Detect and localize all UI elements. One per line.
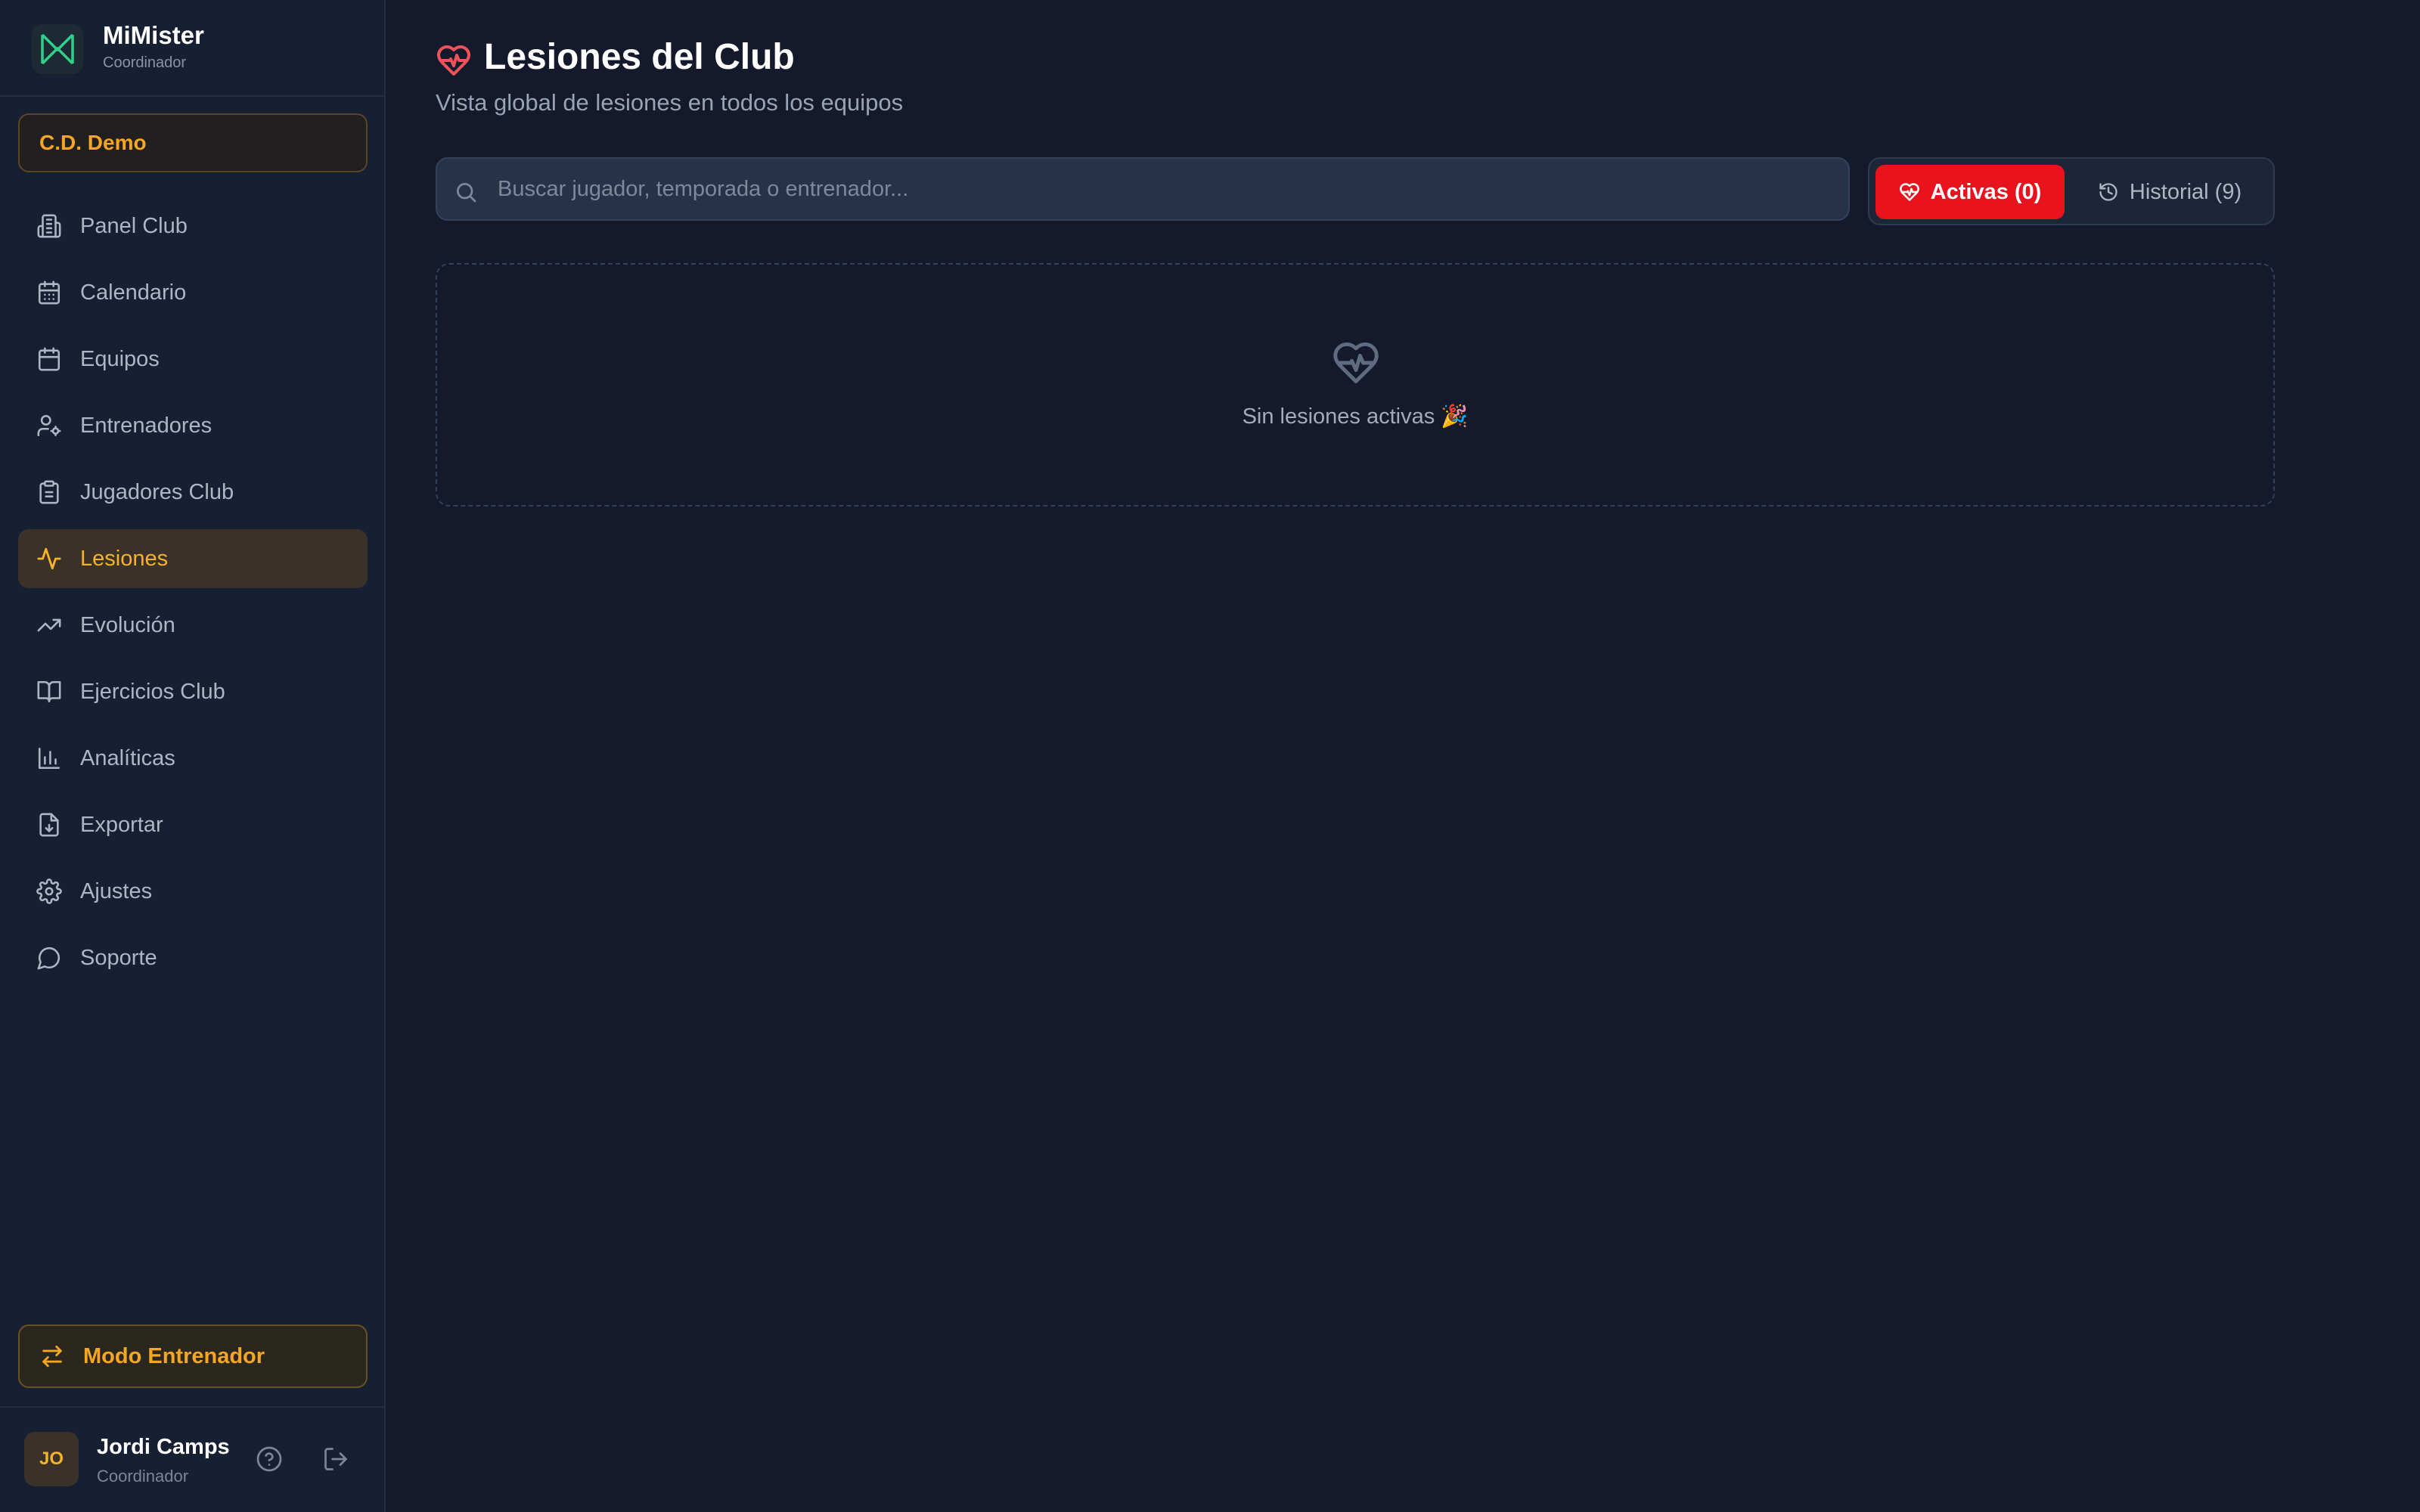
search-icon: [454, 180, 478, 204]
sidebar-item-label: Exportar: [80, 812, 163, 837]
sidebar-item-label: Lesiones: [80, 546, 169, 571]
user-name: Jordi Camps: [97, 1435, 230, 1459]
sidebar-item-equipos[interactable]: Equipos: [18, 330, 368, 389]
sidebar-item-label: Calendario: [80, 280, 187, 305]
swap-arrows-icon: [39, 1343, 65, 1369]
avatar[interactable]: JO: [24, 1432, 79, 1486]
brand-logo-icon[interactable]: [32, 24, 83, 74]
sidebar-item-label: Evolución: [80, 612, 175, 637]
sidebar-item-label: Equipos: [80, 346, 160, 371]
search-input[interactable]: [498, 159, 1829, 219]
heart-pulse-icon: [1331, 340, 1381, 386]
sidebar-item-panel-club[interactable]: Panel Club: [18, 197, 368, 256]
trending-up-icon: [36, 612, 62, 638]
sidebar-item-label: Analíticas: [80, 745, 175, 770]
sidebar-item-label: Jugadores Club: [80, 479, 234, 504]
sidebar-item-entrenadores[interactable]: Entrenadores: [18, 396, 368, 455]
sidebar-item-ajustes[interactable]: Ajustes: [18, 862, 368, 921]
tab-activas[interactable]: Activas (0): [1876, 165, 2065, 219]
calendar-icon: [36, 346, 62, 372]
page-subtitle: Vista global de lesiones en todos los eq…: [436, 89, 904, 116]
tab-historial[interactable]: Historial (9): [2071, 165, 2269, 219]
brand-role: Coordinador: [103, 54, 187, 71]
coach-mode-label: Modo Entrenador: [83, 1343, 265, 1368]
brand-name: MiMister: [103, 21, 204, 49]
sidebar-nav: Panel Club Calendario Equipos Entrenador…: [18, 197, 368, 995]
book-open-icon: [36, 679, 62, 705]
history-icon: [2098, 181, 2119, 203]
sidebar-item-exportar[interactable]: Exportar: [18, 795, 368, 854]
brand-header: MiMister Coordinador: [0, 0, 384, 97]
empty-state-text: Sin lesiones activas 🎉: [1242, 404, 1469, 429]
sidebar-item-label: Ejercicios Club: [80, 679, 225, 704]
coach-mode-button[interactable]: Modo Entrenador: [18, 1325, 368, 1388]
user-role: Coordinador: [97, 1467, 189, 1486]
bar-chart-icon: [36, 745, 62, 771]
sidebar-item-label: Soporte: [80, 945, 157, 970]
gear-icon: [36, 878, 62, 904]
message-circle-icon: [36, 945, 62, 971]
heart-pulse-icon: [436, 42, 472, 79]
tab-label: Historial (9): [2129, 179, 2242, 204]
heart-pulse-icon: [1899, 181, 1920, 203]
page-title: Lesiones del Club: [484, 37, 795, 77]
clipboard-icon: [36, 479, 62, 505]
sidebar-item-label: Panel Club: [80, 213, 188, 238]
sidebar-item-calendario[interactable]: Calendario: [18, 263, 368, 322]
building-icon: [36, 213, 62, 239]
club-selector[interactable]: C.D. Demo: [18, 113, 368, 172]
sidebar: MiMister Coordinador C.D. Demo Panel Clu…: [0, 0, 386, 1512]
sidebar-item-soporte[interactable]: Soporte: [18, 928, 368, 987]
sidebar-item-ejercicios-club[interactable]: Ejercicios Club: [18, 662, 368, 721]
injury-tabs: Activas (0) Historial (9): [1868, 157, 2275, 225]
sidebar-item-label: Ajustes: [80, 878, 153, 903]
sidebar-item-analiticas[interactable]: Analíticas: [18, 729, 368, 788]
calendar-grid-icon: [36, 280, 62, 305]
sidebar-item-jugadores-club[interactable]: Jugadores Club: [18, 463, 368, 522]
sidebar-item-label: Entrenadores: [80, 413, 213, 438]
empty-state-card: Sin lesiones activas 🎉: [436, 263, 2275, 507]
sidebar-item-evolucion[interactable]: Evolución: [18, 596, 368, 655]
help-icon[interactable]: [256, 1445, 283, 1473]
logout-icon[interactable]: [322, 1445, 349, 1473]
user-bar: JO Jordi Camps Coordinador: [0, 1406, 384, 1512]
file-download-icon: [36, 812, 62, 838]
search-bar: [436, 157, 1850, 221]
sidebar-item-lesiones[interactable]: Lesiones: [18, 529, 368, 588]
activity-icon: [36, 546, 62, 572]
tab-label: Activas (0): [1930, 179, 2042, 204]
user-gear-icon: [36, 413, 62, 438]
